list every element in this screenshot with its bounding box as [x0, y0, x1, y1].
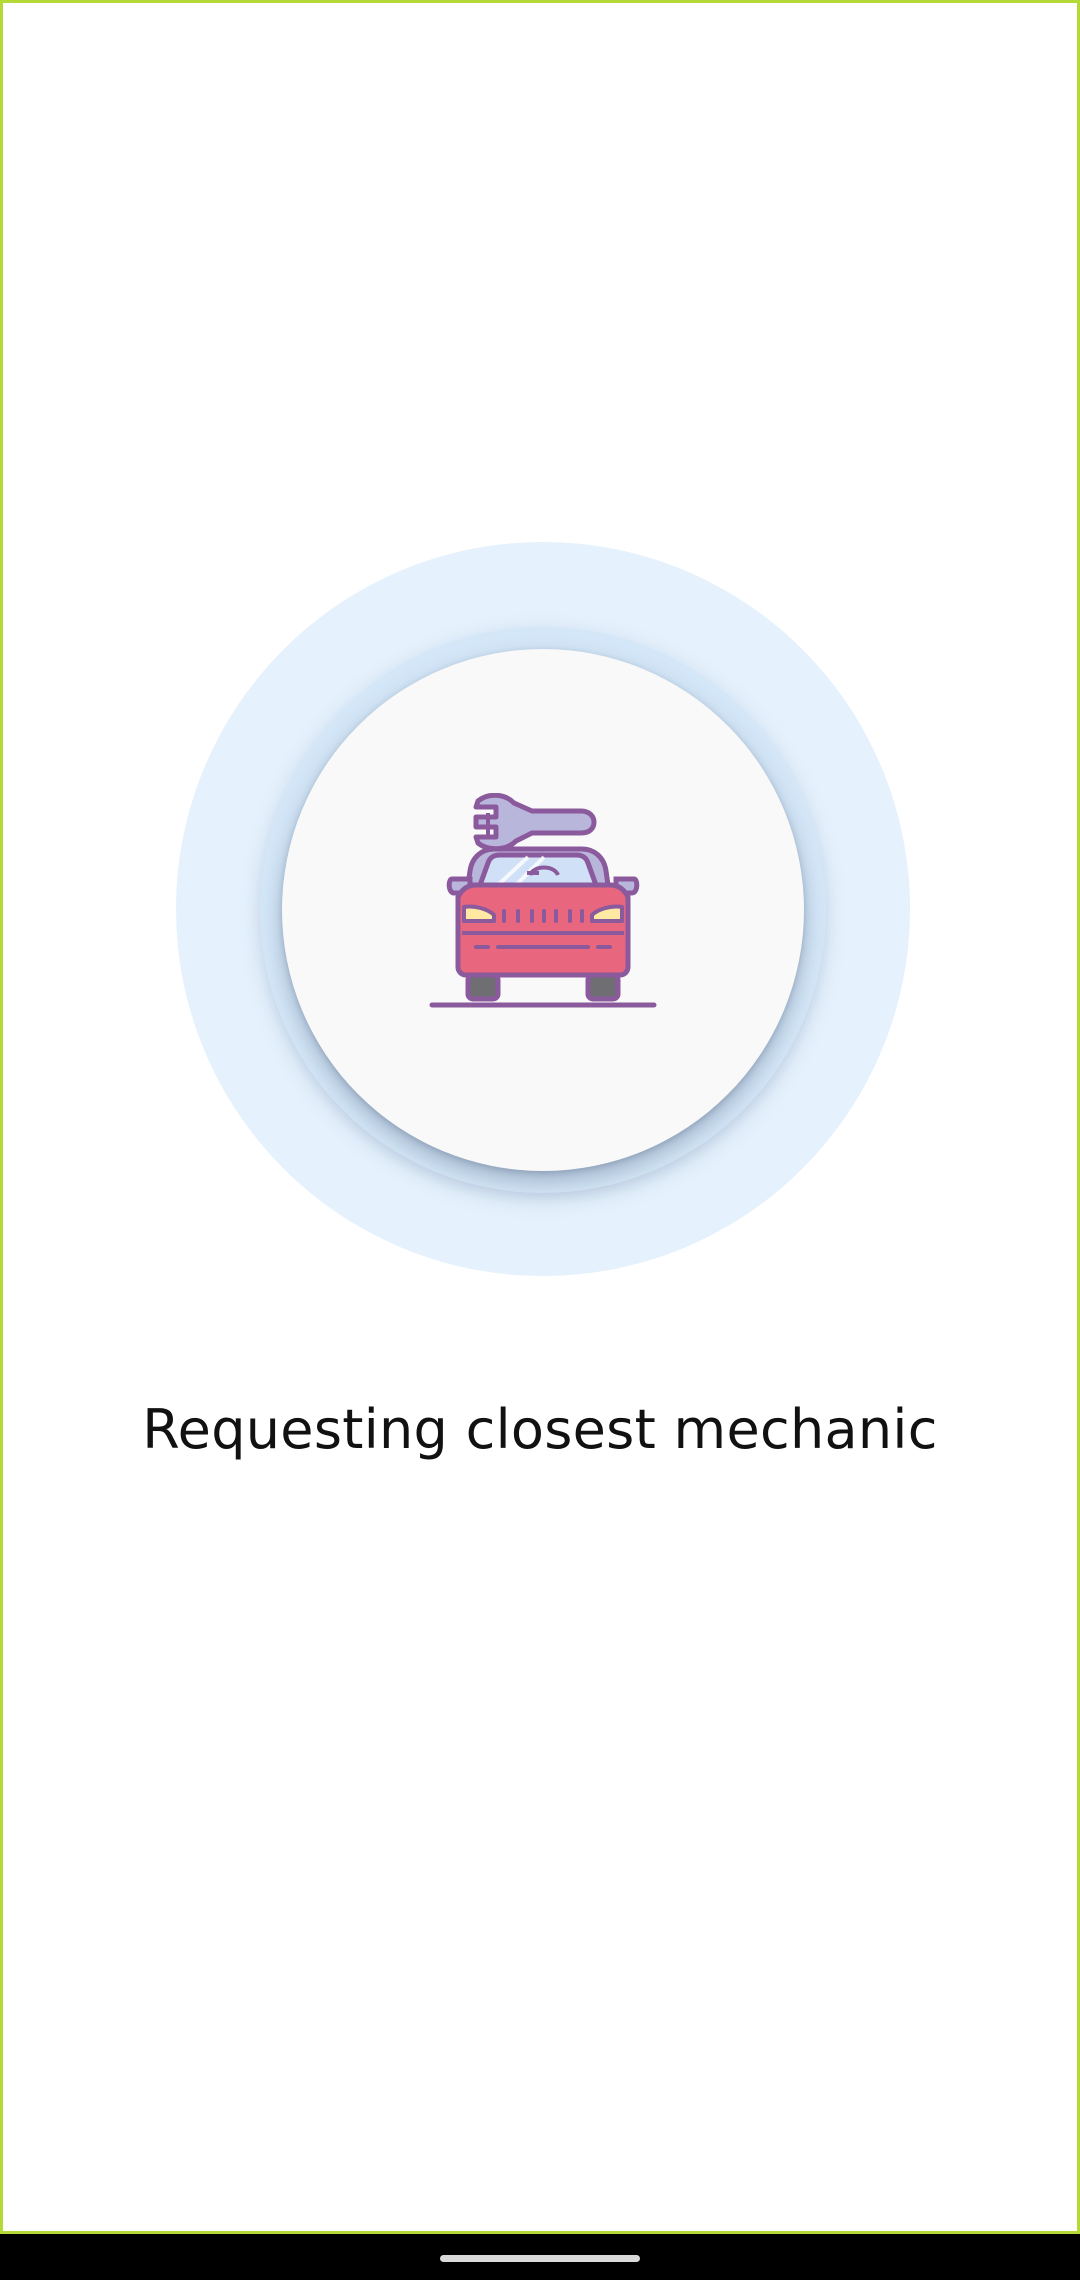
home-gesture-handle[interactable] — [440, 2255, 640, 2262]
wrench-icon — [473, 793, 597, 852]
system-navigation-bar — [0, 2234, 1080, 2280]
app-screen: Requesting closest mechanic — [0, 0, 1080, 2234]
status-message: Requesting closest mechanic — [142, 1398, 938, 1461]
car-repair-icon — [429, 793, 657, 1008]
